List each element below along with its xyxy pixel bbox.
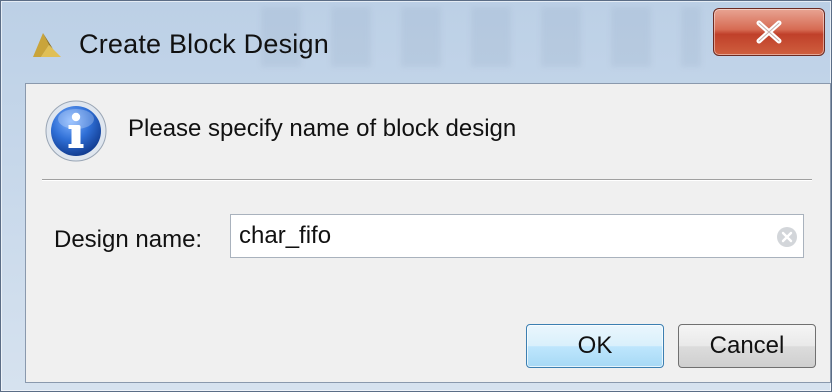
clear-input-icon[interactable] [775, 225, 799, 249]
separator [42, 179, 812, 181]
dialog-body: Please specify name of block design Desi… [25, 83, 831, 383]
design-name-label: Design name: [54, 226, 203, 253]
cancel-button[interactable]: Cancel [678, 324, 816, 368]
vivado-logo-icon [33, 33, 61, 57]
ok-button[interactable]: OK [526, 324, 664, 368]
design-name-field[interactable] [230, 214, 804, 258]
close-button[interactable] [713, 8, 825, 56]
window-title: Create Block Design [79, 29, 329, 59]
close-icon [756, 20, 782, 44]
dialog-message: Please specify name of block design [128, 115, 517, 142]
design-name-input[interactable] [231, 215, 761, 257]
info-icon [45, 100, 107, 162]
dialog-window: Create Block Design Please specify name … [0, 0, 832, 392]
title-bar[interactable]: Create Block Design [1, 1, 831, 83]
